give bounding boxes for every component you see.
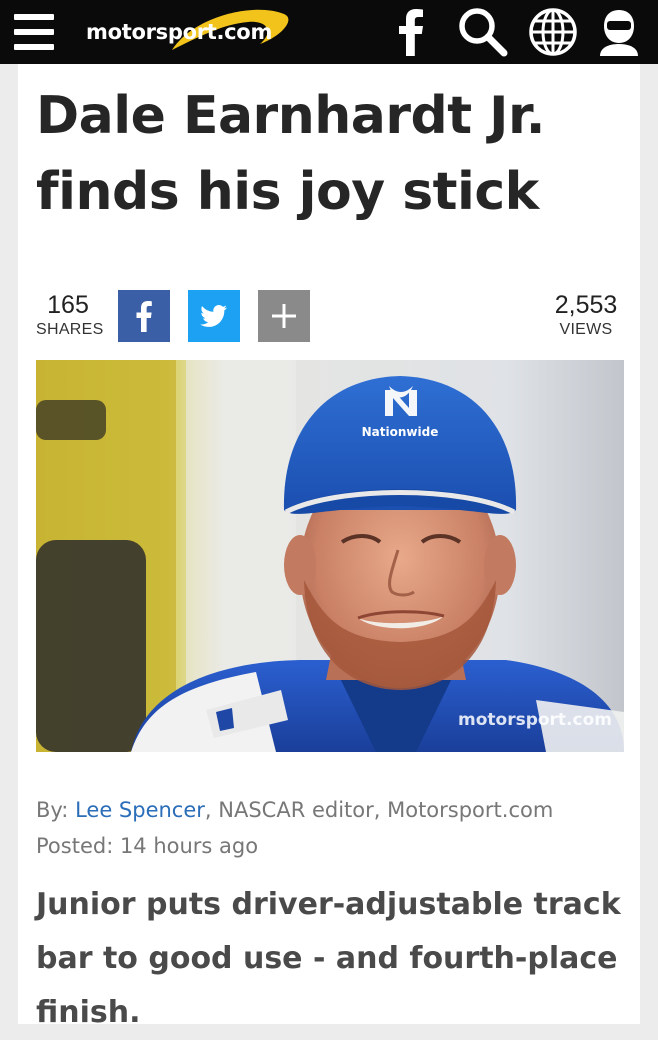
article-summary: Junior puts driver-adjustable track bar … [36,887,621,1030]
share-more-button[interactable] [258,290,310,342]
share-count-number: 165 [47,291,89,319]
share-twitter-button[interactable] [188,290,240,342]
twitter-bird-icon [200,305,227,327]
headline-line-2: finds his joy stick [36,162,539,222]
top-nav-bar: motorsport.com [0,0,658,64]
search-icon[interactable] [456,6,510,58]
view-count-label: VIEWS [559,321,613,338]
site-logo[interactable]: motorsport.com [86,6,289,56]
share-count-label: SHARES [36,321,104,338]
cap-logo-text: Nationwide [362,425,439,439]
byline-suffix: , NASCAR editor, Motorsport.com [204,798,554,822]
share-count: 165 SHARES [36,290,104,340]
menu-icon[interactable] [14,14,54,50]
author-link[interactable]: Lee Spencer [75,798,205,822]
article-headline: Dale Earnhardt Jr. finds his joy stick [36,78,626,230]
facebook-icon [136,301,152,332]
driver-portrait-image: Nationwide [36,360,624,752]
article-hero-photo[interactable]: Nationwide motorsport.com [36,360,624,752]
photo-watermark: motorsport.com [458,710,612,730]
byline: By: Lee Spencer, NASCAR editor, Motorspo… [36,792,636,828]
headline-line-1: Dale Earnhardt Jr. [36,86,546,146]
facebook-icon[interactable] [392,6,432,58]
share-facebook-button[interactable] [118,290,170,342]
plus-icon [272,304,296,328]
posted-time: Posted: 14 hours ago [36,834,259,858]
logo-text: motorsport.com [86,20,273,44]
byline-prefix: By: [36,798,76,822]
view-count-number: 2,553 [554,291,618,319]
globe-icon[interactable] [526,6,580,58]
view-count: 2,553 VIEWS [540,290,632,340]
user-icon[interactable] [594,6,644,58]
